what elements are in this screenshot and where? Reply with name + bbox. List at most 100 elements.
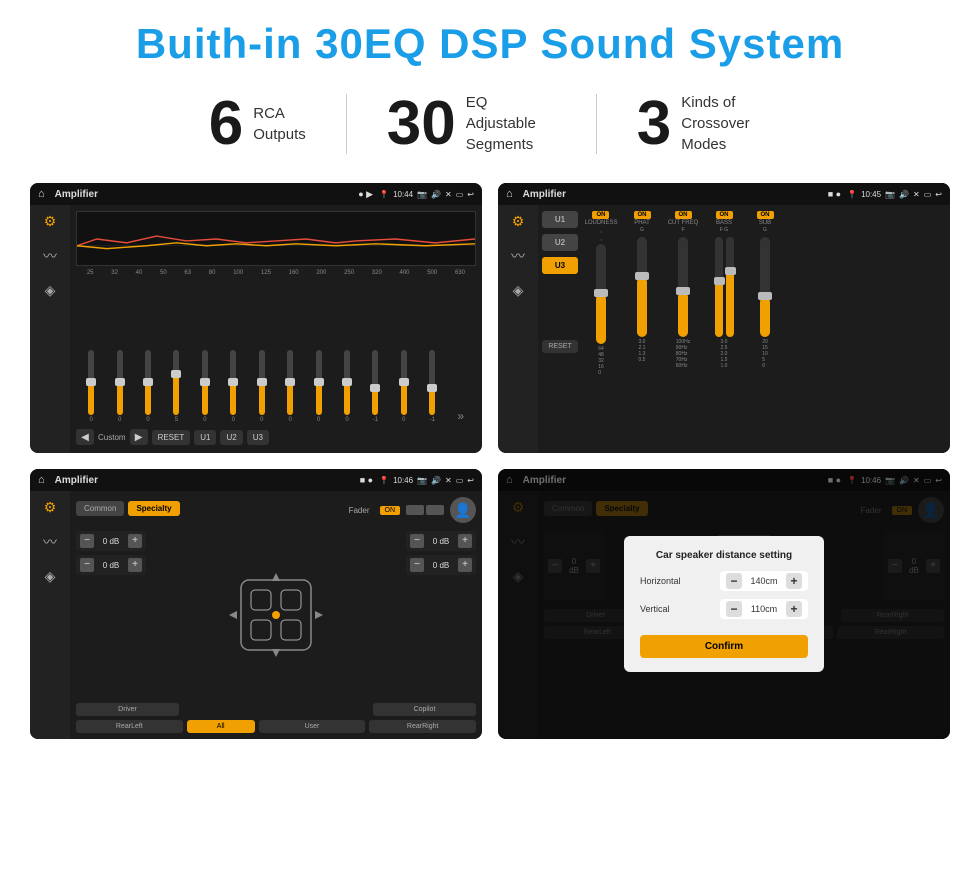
car-diagram: [221, 565, 331, 665]
location-icon-3: 📍: [379, 476, 389, 485]
vol-minus-2[interactable]: −: [80, 558, 94, 572]
eq-status-icons: 📍 10:44 📷 🔊 ✕ ▭ ↩: [379, 190, 474, 199]
vertical-control: − 110cm +: [720, 599, 808, 619]
u1-btn[interactable]: U1: [194, 430, 216, 445]
vertical-label: Vertical: [640, 604, 670, 614]
preset-u1[interactable]: U1: [542, 211, 578, 228]
horizontal-plus[interactable]: +: [786, 573, 802, 589]
vertical-plus[interactable]: +: [786, 601, 802, 617]
cross-icon-3[interactable]: ◈: [513, 282, 524, 299]
avatar-icon[interactable]: 👤: [450, 497, 476, 523]
home-icon-3[interactable]: ⌂: [38, 474, 45, 486]
reset-btn[interactable]: RESET: [152, 430, 191, 445]
vol-minus-3[interactable]: −: [410, 534, 424, 548]
expand-icon[interactable]: »: [457, 409, 464, 423]
page-wrapper: Buith-in 30EQ DSP Sound System 6 RCA Out…: [0, 0, 980, 881]
fader-dots: ■ ●: [360, 475, 373, 485]
fader-btn-row-2: RearLeft All User RearRight: [76, 720, 476, 733]
preset-u3[interactable]: U3: [542, 257, 578, 274]
prev-btn[interactable]: ◀: [76, 429, 94, 445]
fader-btn-row-1: Driver Copilot: [76, 703, 476, 716]
back-icon-3[interactable]: ↩: [467, 476, 474, 485]
cutfreq-slider[interactable]: [678, 237, 688, 337]
vol-minus-4[interactable]: −: [410, 558, 424, 572]
vol-row-4: − 0 dB +: [406, 555, 476, 575]
fader-content: ⚙ 〰 ◈ Common Specialty Fader ON: [30, 491, 482, 739]
stat-eq-number: 30: [387, 93, 456, 155]
fader-slider-mini-2[interactable]: [426, 505, 444, 515]
fader-tab-specialty[interactable]: Specialty: [128, 501, 179, 516]
vol-plus-3[interactable]: +: [458, 534, 472, 548]
eq-slider-3: 5: [163, 350, 189, 423]
preset-u2[interactable]: U2: [542, 234, 578, 251]
eq-slider-4: 0: [192, 350, 218, 423]
confirm-button[interactable]: Confirm: [640, 635, 808, 658]
vertical-value: 110cm: [746, 604, 782, 614]
distance-screen: ⌂ Amplifier ■ ● 📍 10:46 📷 🔊 ✕ ▭ ↩ ⚙ 〰: [498, 469, 950, 739]
fader-icon-1[interactable]: ⚙: [44, 499, 57, 516]
driver-btn[interactable]: Driver: [76, 703, 179, 716]
eq-icon-2[interactable]: 〰: [43, 246, 57, 266]
cross-reset-btn[interactable]: RESET: [542, 340, 578, 353]
fader-status-bar: ⌂ Amplifier ■ ● 📍 10:46 📷 🔊 ✕ ▭ ↩: [30, 469, 482, 491]
fader-on-badge[interactable]: ON: [380, 506, 401, 515]
fader-left-volumes: − 0 dB + − 0 dB +: [76, 531, 146, 699]
home-icon-2[interactable]: ⌂: [506, 188, 513, 200]
stat-rca-number: 6: [209, 93, 243, 155]
eq-slider-6: 0: [249, 350, 275, 423]
dialog-overlay: Car speaker distance setting Horizontal …: [498, 469, 950, 739]
channel-phat: ON PHAT G 3.02.11.30.5: [623, 211, 661, 447]
fader-icon-2[interactable]: 〰: [43, 532, 57, 552]
all-btn[interactable]: All: [187, 720, 255, 733]
camera-icon: 📷: [417, 190, 427, 199]
eq-freq-labels: 2532 4050 6380 100125 160200 250320 4005…: [76, 270, 476, 276]
cross-preset-list: U1 U2 U3 RESET: [542, 211, 578, 447]
cross-icon-2[interactable]: 〰: [511, 246, 525, 266]
channel-bass: ON BASS F G: [705, 211, 743, 447]
location-icon-2: 📍: [847, 190, 857, 199]
eq-slider-8: 0: [305, 350, 331, 423]
window-icon: ▭: [456, 190, 464, 199]
back-icon[interactable]: ↩: [467, 190, 474, 199]
vol-plus-2[interactable]: +: [128, 558, 142, 572]
dialog-title: Car speaker distance setting: [640, 550, 808, 561]
eq-slider-10: -1: [362, 350, 388, 423]
vol-minus-1[interactable]: −: [80, 534, 94, 548]
back-icon-2[interactable]: ↩: [935, 190, 942, 199]
home-icon[interactable]: ⌂: [38, 188, 45, 200]
stat-eq-desc: EQ Adjustable Segments: [466, 92, 556, 155]
horizontal-minus[interactable]: −: [726, 573, 742, 589]
phat-slider[interactable]: [637, 237, 647, 337]
u3-btn[interactable]: U3: [247, 430, 269, 445]
screenshot-grid: ⌂ Amplifier ● ▶ 📍 10:44 📷 🔊 ✕ ▭ ↩ ⚙ 〰 ◈: [30, 183, 950, 739]
eq-status-bar: ⌂ Amplifier ● ▶ 📍 10:44 📷 🔊 ✕ ▭ ↩: [30, 183, 482, 205]
next-btn[interactable]: ▶: [130, 429, 148, 445]
eq-icon-3[interactable]: ◈: [45, 282, 56, 299]
rearright-btn[interactable]: RearRight: [369, 720, 476, 733]
crossover-status-bar: ⌂ Amplifier ■ ● 📍 10:45 📷 🔊 ✕ ▭ ↩: [498, 183, 950, 205]
u2-btn[interactable]: U2: [220, 430, 242, 445]
cutfreq-on-badge: ON: [675, 211, 692, 219]
rearleft-btn[interactable]: RearLeft: [76, 720, 183, 733]
location-icon: 📍: [379, 190, 389, 199]
eq-time: 10:44: [393, 190, 413, 199]
fader-slider-mini[interactable]: [406, 505, 424, 515]
loudness-slider[interactable]: [596, 244, 606, 344]
sub-slider[interactable]: [760, 237, 770, 337]
fader-icon-3[interactable]: ◈: [45, 568, 56, 585]
expand-col: »: [447, 409, 473, 423]
user-btn[interactable]: User: [259, 720, 366, 733]
vol-plus-4[interactable]: +: [458, 558, 472, 572]
fader-time: 10:46: [393, 476, 413, 485]
vol-plus-1[interactable]: +: [128, 534, 142, 548]
vertical-minus[interactable]: −: [726, 601, 742, 617]
bass-slider-g[interactable]: [726, 237, 734, 337]
horizontal-label: Horizontal: [640, 576, 681, 586]
cross-icon-1[interactable]: ⚙: [512, 213, 525, 230]
bass-slider-f[interactable]: [715, 237, 723, 337]
copilot-btn[interactable]: Copilot: [373, 703, 476, 716]
fader-tab-common[interactable]: Common: [76, 501, 124, 516]
eq-icon-1[interactable]: ⚙: [44, 213, 57, 230]
crossover-status-icons: 📍 10:45 📷 🔊 ✕ ▭ ↩: [847, 190, 942, 199]
crossover-screen-title: Amplifier: [523, 189, 822, 200]
